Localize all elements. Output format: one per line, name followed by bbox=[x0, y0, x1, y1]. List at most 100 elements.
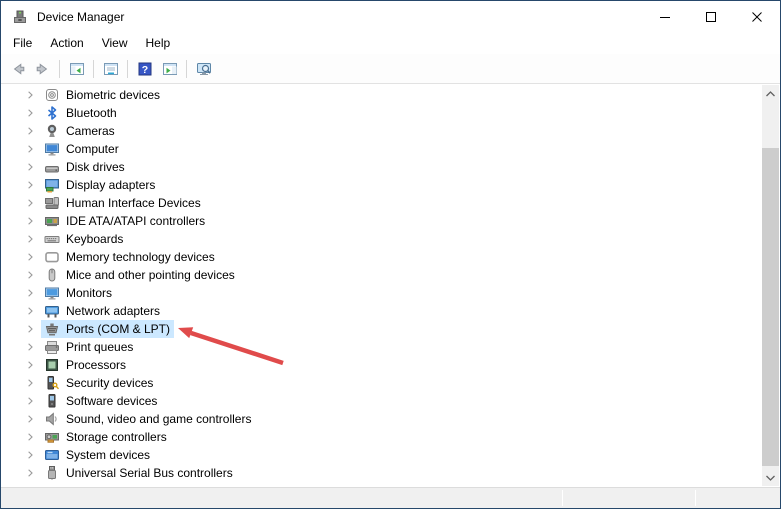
tree-item-label: IDE ATA/ATAPI controllers bbox=[66, 214, 206, 228]
fingerprint-icon bbox=[44, 87, 60, 103]
expand-chevron-icon[interactable] bbox=[23, 124, 38, 139]
expand-chevron-icon[interactable] bbox=[23, 466, 38, 481]
device-manager-app-icon bbox=[12, 9, 28, 25]
back-button[interactable] bbox=[5, 57, 30, 81]
tree-item-label: Bluetooth bbox=[66, 106, 117, 120]
toolbar: ? bbox=[1, 54, 780, 84]
expand-chevron-icon[interactable] bbox=[23, 394, 38, 409]
tree-item-ports-com-lpt[interactable]: Ports (COM & LPT) bbox=[2, 320, 762, 338]
tree-item-label: Computer bbox=[66, 142, 119, 156]
menu-item-view[interactable]: View bbox=[93, 32, 137, 54]
show-hide-console-tree-button[interactable] bbox=[64, 57, 89, 81]
tree-item-security-devices[interactable]: Security devices bbox=[2, 374, 762, 392]
monitor-icon bbox=[44, 285, 60, 301]
scan-hardware-icon bbox=[196, 61, 212, 77]
properties-button[interactable] bbox=[98, 57, 123, 81]
expand-chevron-icon[interactable] bbox=[23, 268, 38, 283]
scroll-down-icon bbox=[766, 475, 775, 481]
expand-chevron-icon[interactable] bbox=[23, 160, 38, 175]
tree-item-label: Keyboards bbox=[66, 232, 124, 246]
menu-item-file[interactable]: File bbox=[4, 32, 41, 54]
help-icon: ? bbox=[137, 61, 153, 77]
serial-port-icon bbox=[44, 321, 60, 337]
expand-chevron-icon[interactable] bbox=[23, 214, 38, 229]
tree-item-biometric-devices[interactable]: Biometric devices bbox=[2, 86, 762, 104]
scrollbar-down-button[interactable] bbox=[762, 469, 779, 486]
printer-icon bbox=[44, 339, 60, 355]
status-bar-divider bbox=[562, 490, 563, 506]
computer-icon bbox=[44, 141, 60, 157]
display-adapter-icon bbox=[44, 177, 60, 193]
expand-chevron-icon[interactable] bbox=[23, 178, 38, 193]
tree-item-computer[interactable]: Computer bbox=[2, 140, 762, 158]
expand-chevron-icon[interactable] bbox=[23, 106, 38, 121]
close-icon bbox=[752, 11, 762, 22]
menu-item-help[interactable]: Help bbox=[137, 32, 180, 54]
status-bar-divider bbox=[695, 490, 696, 506]
tree-item-processors[interactable]: Processors bbox=[2, 356, 762, 374]
help-button[interactable]: ? bbox=[132, 57, 157, 81]
tree-item-keyboards[interactable]: Keyboards bbox=[2, 230, 762, 248]
expand-chevron-icon[interactable] bbox=[23, 304, 38, 319]
tree-item-display-adapters[interactable]: Display adapters bbox=[2, 176, 762, 194]
tree-item-label: Disk drives bbox=[66, 160, 125, 174]
menu-bar: File Action View Help bbox=[1, 32, 780, 54]
tree-item-system-devices[interactable]: System devices bbox=[2, 446, 762, 464]
expand-chevron-icon[interactable] bbox=[23, 340, 38, 355]
device-tree: Biometric devices Bluetooth Cameras Compute… bbox=[2, 85, 762, 486]
expand-chevron-icon[interactable] bbox=[23, 358, 38, 373]
storage-controller-icon bbox=[44, 429, 60, 445]
tree-item-software-devices[interactable]: Software devices bbox=[2, 392, 762, 410]
tree-item-cameras[interactable]: Cameras bbox=[2, 122, 762, 140]
expand-chevron-icon[interactable] bbox=[23, 142, 38, 157]
expand-chevron-icon[interactable] bbox=[23, 448, 38, 463]
tree-item-ide-ata-atapi-controllers[interactable]: IDE ATA/ATAPI controllers bbox=[2, 212, 762, 230]
expand-chevron-icon[interactable] bbox=[23, 88, 38, 103]
tree-item-mice-and-other-pointing-devices[interactable]: Mice and other pointing devices bbox=[2, 266, 762, 284]
svg-text:?: ? bbox=[141, 64, 147, 76]
tree-item-label: System devices bbox=[66, 448, 151, 462]
tree-item-human-interface-devices[interactable]: Human Interface Devices bbox=[2, 194, 762, 212]
expand-chevron-icon[interactable] bbox=[23, 232, 38, 247]
device-manager-window: Device Manager File Action View Help ? Biom… bbox=[0, 0, 781, 509]
forward-button[interactable] bbox=[30, 57, 55, 81]
tree-item-network-adapters[interactable]: Network adapters bbox=[2, 302, 762, 320]
scroll-up-icon bbox=[766, 90, 775, 96]
expand-chevron-icon[interactable] bbox=[23, 376, 38, 391]
expand-chevron-icon[interactable] bbox=[23, 322, 38, 337]
tree-item-print-queues[interactable]: Print queues bbox=[2, 338, 762, 356]
tree-item-sound-video-and-game-controllers[interactable]: Sound, video and game controllers bbox=[2, 410, 762, 428]
scan-hardware-changes-button[interactable] bbox=[191, 57, 216, 81]
scrollbar-up-button[interactable] bbox=[762, 85, 779, 102]
tree-item-memory-technology-devices[interactable]: Memory technology devices bbox=[2, 248, 762, 266]
tree-item-label: Memory technology devices bbox=[66, 250, 215, 264]
expand-chevron-icon[interactable] bbox=[23, 430, 38, 445]
close-button[interactable] bbox=[734, 1, 780, 32]
tree-item-label: Processors bbox=[66, 358, 127, 372]
properties-icon bbox=[103, 61, 119, 77]
tree-item-universal-serial-bus-controllers[interactable]: Universal Serial Bus controllers bbox=[2, 464, 762, 482]
menu-item-action[interactable]: Action bbox=[41, 32, 92, 54]
expand-chevron-icon[interactable] bbox=[23, 196, 38, 211]
camera-icon bbox=[44, 123, 60, 139]
expand-chevron-icon[interactable] bbox=[23, 250, 38, 265]
show-hide-action-pane-button[interactable] bbox=[157, 57, 182, 81]
tree-item-storage-controllers[interactable]: Storage controllers bbox=[2, 428, 762, 446]
tree-item-label: Cameras bbox=[66, 124, 115, 138]
speaker-icon bbox=[44, 411, 60, 427]
minimize-button[interactable] bbox=[642, 1, 688, 32]
console-tree-icon bbox=[69, 61, 85, 77]
tree-item-disk-drives[interactable]: Disk drives bbox=[2, 158, 762, 176]
expand-chevron-icon[interactable] bbox=[23, 286, 38, 301]
tree-item-label: Software devices bbox=[66, 394, 158, 408]
status-bar bbox=[1, 487, 780, 508]
maximize-button[interactable] bbox=[688, 1, 734, 32]
scrollbar-thumb[interactable] bbox=[762, 148, 779, 466]
toolbar-divider bbox=[59, 59, 60, 78]
tree-item-bluetooth[interactable]: Bluetooth bbox=[2, 104, 762, 122]
tree-item-label: Security devices bbox=[66, 376, 154, 390]
back-arrow-icon bbox=[10, 61, 26, 77]
vertical-scrollbar[interactable] bbox=[762, 85, 779, 486]
tree-item-monitors[interactable]: Monitors bbox=[2, 284, 762, 302]
expand-chevron-icon[interactable] bbox=[23, 412, 38, 427]
